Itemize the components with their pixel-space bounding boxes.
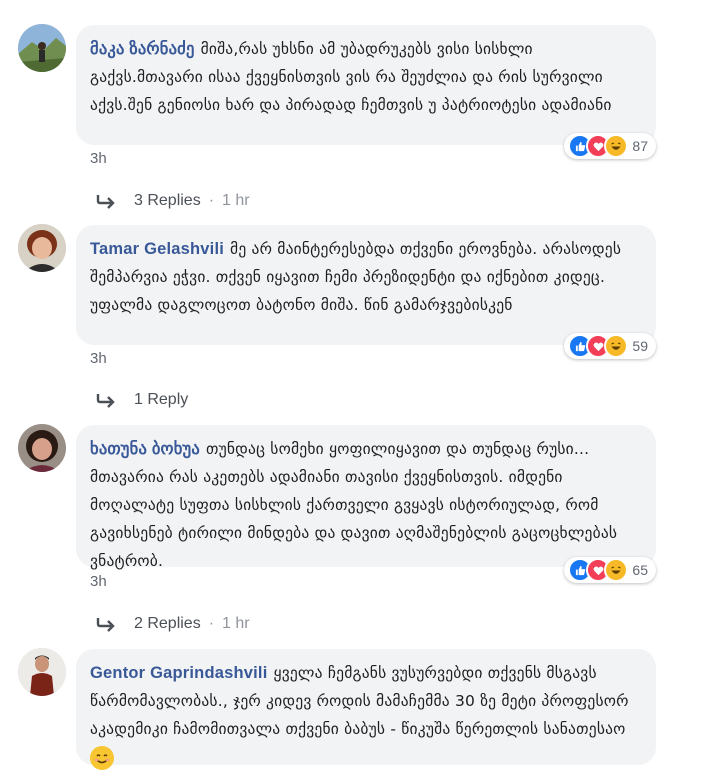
reactions-summary[interactable]: 87 [564, 133, 656, 159]
view-replies-link[interactable]: 1 Reply [96, 391, 188, 409]
haha-icon [604, 558, 629, 582]
reply-arrow-icon [96, 618, 115, 632]
replies-timestamp: 1 hr [222, 192, 250, 209]
comment-author[interactable]: Gentor Gaprindashvili [90, 664, 267, 682]
reply-arrow-icon [96, 195, 115, 209]
separator-dot: · [208, 615, 215, 632]
reaction-count: 65 [632, 562, 648, 578]
comment-bubble: მაკა ზარნაძე მიშა,რას უხსნი ამ უბადრუკებს… [76, 25, 656, 145]
view-replies-link[interactable]: 2 Replies · 1 hr [96, 615, 250, 633]
comment-text: თუნდაც სომეხი ყოფილიყავით და თუნდაც რუსი… [90, 440, 618, 570]
haha-icon [604, 334, 629, 358]
reaction-count: 87 [632, 138, 648, 154]
avatar[interactable] [18, 424, 66, 472]
replies-timestamp: 1 hr [222, 615, 250, 632]
reactions-summary[interactable]: 59 [564, 333, 656, 359]
view-replies-link[interactable]: 3 Replies · 1 hr [96, 192, 250, 210]
reply-arrow-icon [96, 394, 115, 408]
haha-icon [604, 134, 629, 158]
comment-bubble: ხათუნა ბოხუა თუნდაც სომეხი ყოფილიყავით და… [76, 425, 656, 570]
replies-count-label: 2 Replies [134, 615, 201, 632]
comment-author[interactable]: მაკა ზარნაძე [90, 40, 195, 58]
avatar[interactable] [18, 24, 66, 72]
separator-dot: · [208, 192, 215, 209]
comment-author[interactable]: ხათუნა ბოხუა [90, 440, 200, 458]
comment-timestamp[interactable]: 3h [90, 573, 107, 590]
comment-timestamp[interactable]: 3h [90, 350, 107, 367]
avatar[interactable] [18, 648, 66, 696]
avatar[interactable] [18, 224, 66, 272]
replies-count-label: 3 Replies [134, 192, 201, 209]
comment-bubble: Gentor Gaprindashvili ყველა ჩემგანს ვუსურ… [76, 649, 656, 770]
comment-timestamp[interactable]: 3h [90, 150, 107, 167]
reaction-count: 59 [632, 338, 648, 354]
comment-author[interactable]: Tamar Gelashvili [90, 240, 224, 258]
reactions-summary[interactable]: 65 [564, 557, 656, 583]
replies-count-label: 1 Reply [134, 391, 189, 408]
comment-bubble: Tamar Gelashvili მე არ მაინტერესებდა თქვე… [76, 225, 656, 345]
smile-emoji-icon [90, 745, 114, 770]
